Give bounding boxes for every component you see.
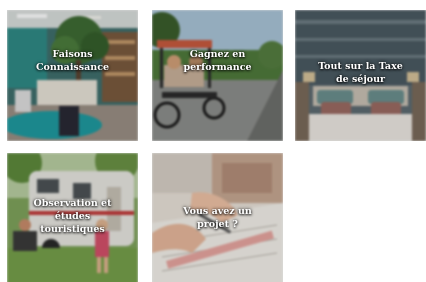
tile-observation-etudes[interactable]: Observation et études touristiques xyxy=(7,153,138,282)
tile-grid: Faisons Connaissance Gagnez en performan… xyxy=(0,0,426,282)
tile-taxe-de-sejour[interactable]: Tout sur la Taxe de séjour xyxy=(295,10,426,141)
tile-faisons-connaissance[interactable]: Faisons Connaissance xyxy=(7,10,138,141)
tile-label: Tout sur la Taxe de séjour xyxy=(318,61,403,85)
tile-label: Observation et études touristiques xyxy=(33,198,112,235)
tile-gagnez-en-performance[interactable]: Gagnez en performance xyxy=(152,10,283,141)
tile-projet[interactable]: Vous avez un projet ? xyxy=(152,153,283,282)
tile-label: Vous avez un projet ? xyxy=(183,206,252,230)
tile-label: Faisons Connaissance xyxy=(35,49,110,73)
tile-overlay xyxy=(7,10,138,141)
tile-label: Gagnez en performance xyxy=(183,49,252,73)
tile-overlay xyxy=(152,10,283,141)
